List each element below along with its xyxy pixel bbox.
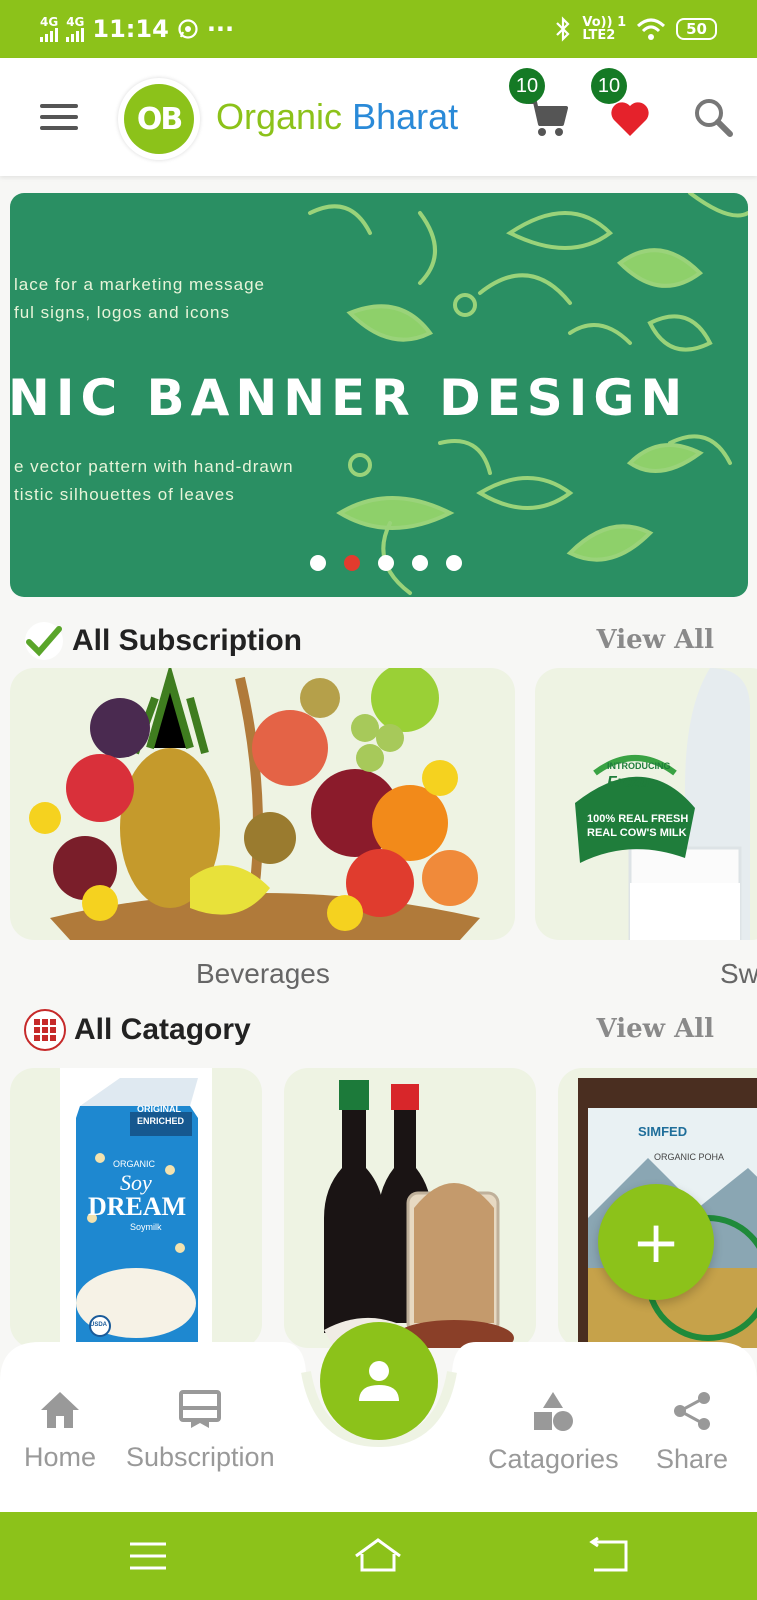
nav-home[interactable]: Home (24, 1390, 96, 1473)
share-icon (674, 1392, 711, 1430)
user-icon (359, 1361, 399, 1401)
whatsapp-icon (178, 19, 198, 39)
usda-seal: USDA (90, 1322, 108, 1328)
home-system-icon[interactable] (352, 1534, 404, 1578)
banner-tagline-4: tistic silhouettes of leaves (14, 485, 235, 504)
soymilk-label-1: ORIGINAL (137, 1104, 181, 1114)
brand-logo: OB (118, 78, 200, 160)
brand-second-word: Bharat (352, 96, 459, 137)
subscription-section-title: All Subscription (72, 624, 303, 657)
nav-categories[interactable]: Catagories (488, 1390, 619, 1475)
carousel-dot-active[interactable] (344, 555, 360, 571)
nav-categories-label: Catagories (488, 1444, 619, 1474)
subscription-icon (179, 1390, 222, 1428)
carousel-indicator (310, 555, 462, 571)
wifi-icon (637, 18, 666, 40)
carousel-dot[interactable] (412, 555, 428, 571)
clock: 11:14 (92, 15, 169, 43)
search-icon[interactable] (692, 96, 736, 140)
app-screen: 4G 4G 11:14 ··· Vo)) 1 LTE2 50 OB Organi… (0, 0, 757, 1600)
subscription-view-all-link[interactable]: View All (597, 625, 715, 655)
battery-indicator: 50 (676, 18, 717, 40)
soymilk-organic-label: ORGANIC (113, 1159, 156, 1169)
hamburger-menu-icon[interactable] (40, 104, 78, 130)
shapes-icon (534, 1392, 574, 1431)
carousel-dot[interactable] (310, 555, 326, 571)
category-section-header: All Catagory View All (24, 1008, 724, 1052)
bluetooth-icon (556, 16, 570, 42)
category-view-all-link[interactable]: View All (597, 1014, 715, 1044)
cart-count-badge: 10 (509, 68, 545, 104)
carousel-dot[interactable] (446, 555, 462, 571)
home-icon (41, 1392, 80, 1428)
system-navigation-bar (0, 1512, 757, 1600)
poha-product-label: ORGANIC POHA (654, 1152, 725, 1162)
recent-apps-icon[interactable] (126, 1534, 170, 1578)
app-title: Organic Bharat (216, 96, 458, 138)
milk-tagline-2: REAL COW'S MILK (587, 827, 687, 839)
banner-tagline-3: e vector pattern with hand-drawn (14, 457, 294, 476)
subscription-section-header: All Subscription View All (24, 619, 724, 663)
subscription-card-caption: Beverages (196, 958, 330, 989)
nav-share[interactable]: Share (656, 1390, 728, 1475)
category-card-sauces[interactable] (284, 1068, 536, 1348)
signal-icon-2: 4G (66, 16, 84, 42)
soymilk-brand-2: DREAM (88, 1192, 187, 1221)
category-section-title: All Catagory (74, 1013, 251, 1046)
carousel-dot[interactable] (378, 555, 394, 571)
category-card-soymilk[interactable]: ORIGINAL ENRICHED ORGANIC Soy DREAM Soym… (10, 1068, 262, 1348)
poha-brand-label: SIMFED (638, 1124, 688, 1139)
nav-subscription-label: Subscription (126, 1442, 275, 1472)
add-floating-button[interactable]: + (598, 1184, 714, 1300)
network-type-1: 4G (40, 15, 59, 29)
more-notifications-indicator: ··· (206, 15, 235, 43)
fruit-basket-image (29, 668, 480, 940)
soymilk-label-2: ENRICHED (137, 1116, 185, 1126)
nav-share-label: Share (656, 1444, 729, 1474)
logo-text: OB (124, 84, 194, 154)
banner-heading: NIC BANNER DESIGN (10, 369, 689, 427)
promo-banner[interactable]: lace for a marketing message ful signs, … (10, 193, 748, 597)
nav-subscription[interactable]: Subscription (126, 1390, 275, 1473)
wishlist-count-badge: 10 (591, 68, 627, 104)
soymilk-sub-label: Soymilk (130, 1222, 162, 1232)
banner-tagline-1: lace for a marketing message (14, 275, 265, 294)
milk-intro-label: INTRODUCING (607, 761, 671, 771)
profile-button[interactable] (320, 1322, 438, 1440)
lte-indicator: LTE2 (582, 28, 616, 43)
check-icon (25, 622, 63, 660)
grid-icon (24, 1009, 66, 1051)
milk-product-image (575, 668, 750, 940)
nav-home-label: Home (24, 1442, 97, 1472)
subscription-card-milk[interactable]: INTRODUCING Frezu 100% REAL FRESH REAL C… (535, 668, 757, 940)
app-header: OB Organic Bharat 10 10 (0, 58, 757, 176)
bottom-navigation: Home Subscription Catagories Share (0, 1322, 757, 1512)
signal-icon: 4G (40, 16, 58, 42)
subscription-card-caption-2: Sw (720, 958, 757, 989)
status-bar: 4G 4G 11:14 ··· Vo)) 1 LTE2 50 (0, 0, 757, 58)
milk-tagline-1: 100% REAL FRESH (587, 813, 689, 825)
subscription-card-beverages[interactable] (10, 668, 515, 940)
bottles-and-sugar-image (324, 1080, 514, 1348)
network-type-2: 4G (66, 15, 85, 29)
banner-tagline-2: ful signs, logos and icons (14, 303, 230, 322)
back-icon[interactable] (588, 1534, 632, 1578)
brand-first-word: Organic (216, 96, 343, 137)
milk-brand-label: Frezu (607, 774, 650, 791)
